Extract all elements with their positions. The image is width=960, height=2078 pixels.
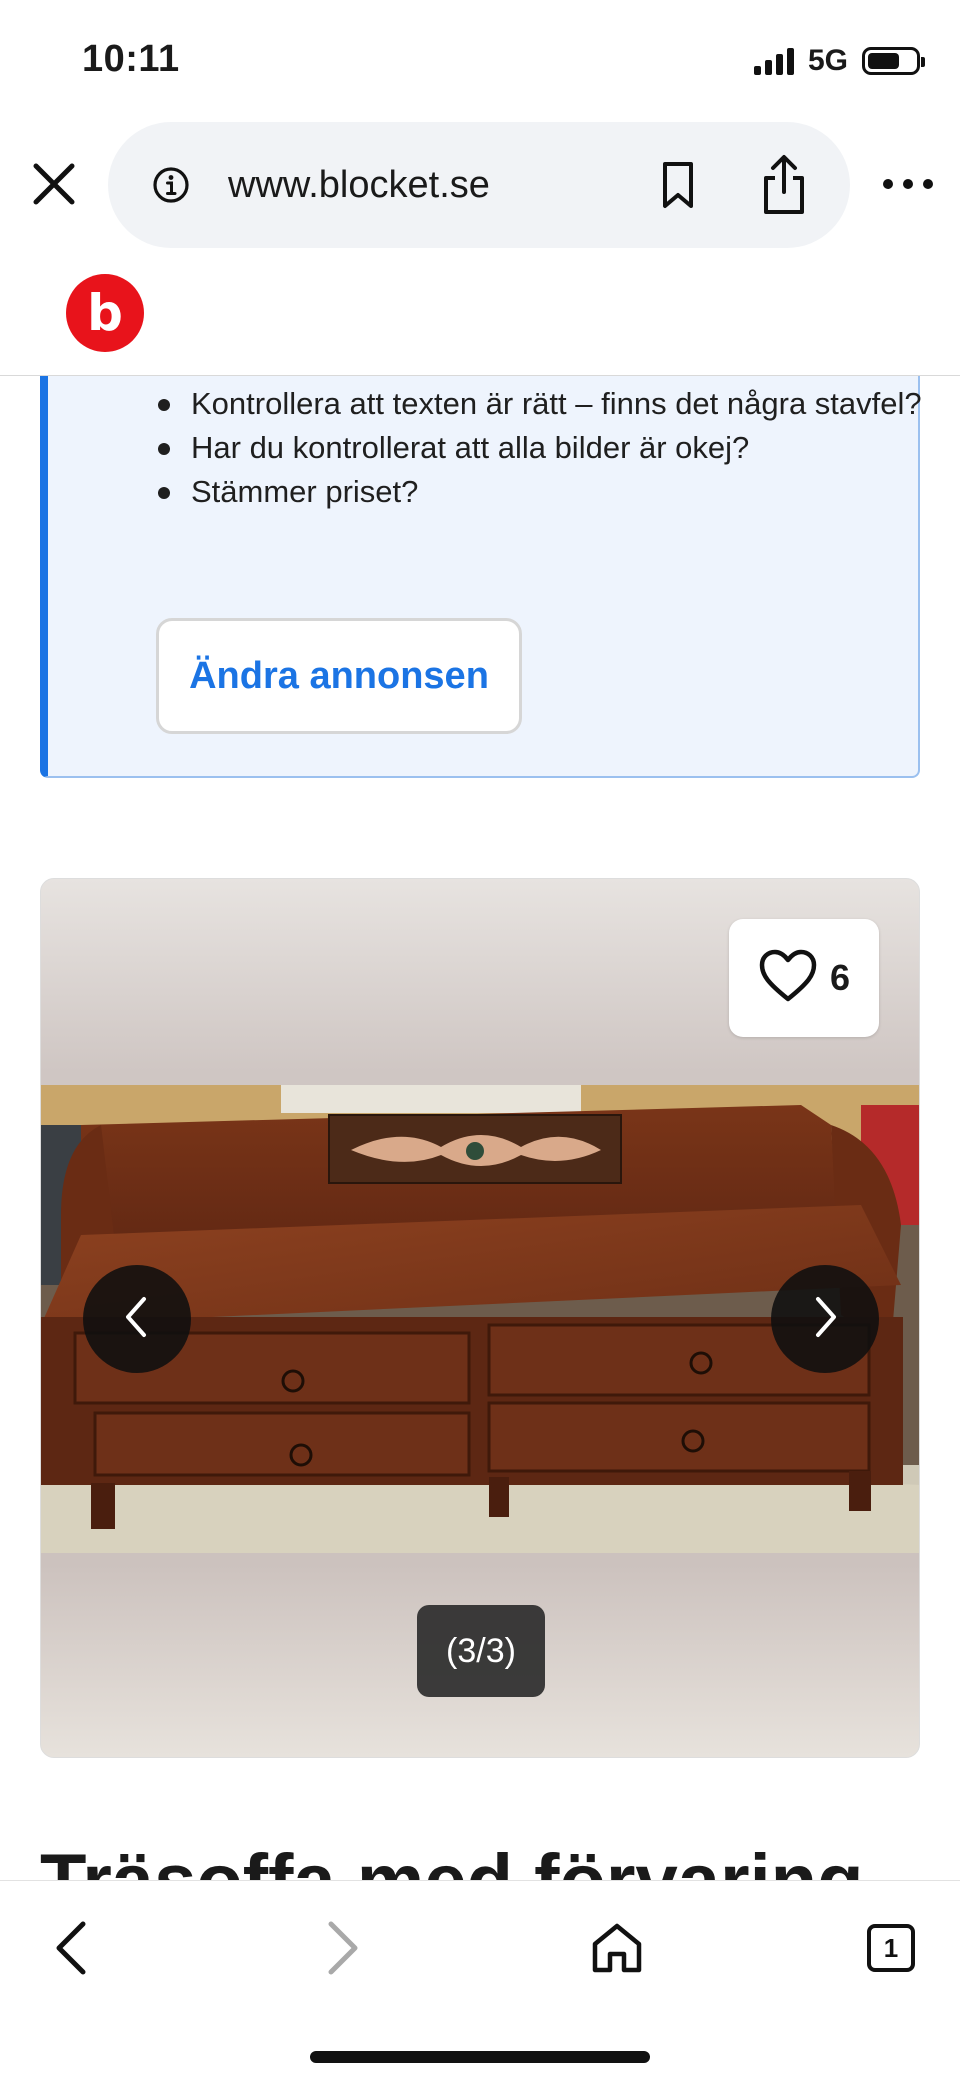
checklist-item: Kontrollera att texten är rätt – finns d… bbox=[156, 382, 926, 426]
checklist-box: Kontrollera att texten är rätt – finns d… bbox=[40, 376, 922, 778]
network-label: 5G bbox=[807, 44, 848, 77]
checklist: Kontrollera att texten är rätt – finns d… bbox=[156, 382, 926, 514]
status-indicators: 5G bbox=[753, 44, 925, 78]
checklist-item: Har du kontrollerat att alla bilder är o… bbox=[156, 426, 926, 470]
status-bar: 10:11 5G bbox=[0, 0, 960, 118]
heart-icon bbox=[758, 949, 818, 1008]
next-image-button[interactable] bbox=[771, 1265, 879, 1373]
battery-icon bbox=[862, 47, 925, 75]
browser-bar: www.blocket.se bbox=[0, 118, 960, 252]
address-bar[interactable]: www.blocket.se bbox=[108, 122, 850, 248]
tabs-icon[interactable]: 1 bbox=[858, 1915, 924, 1981]
blocket-logo[interactable]: b bbox=[66, 274, 144, 352]
favorite-count: 6 bbox=[829, 957, 851, 998]
back-icon[interactable] bbox=[38, 1915, 104, 1981]
edit-ad-button[interactable]: Ändra annonsen bbox=[156, 618, 522, 734]
home-indicator bbox=[310, 2051, 650, 2063]
status-time: 10:11 bbox=[82, 38, 180, 80]
site-header: b bbox=[0, 252, 960, 376]
info-icon[interactable] bbox=[152, 166, 190, 204]
image-counter: (3/3) bbox=[417, 1605, 545, 1697]
home-icon[interactable] bbox=[584, 1915, 650, 1981]
close-icon[interactable] bbox=[28, 158, 80, 210]
image-gallery[interactable]: 6 (3/3) bbox=[40, 878, 920, 1758]
browser-toolbar: 1 bbox=[0, 1880, 960, 2078]
share-icon[interactable] bbox=[758, 154, 810, 216]
favorite-button[interactable]: 6 bbox=[729, 919, 879, 1037]
tab-count: 1 bbox=[867, 1924, 915, 1972]
more-icon[interactable] bbox=[880, 172, 936, 196]
url-text[interactable]: www.blocket.se bbox=[228, 164, 490, 207]
forward-icon[interactable] bbox=[310, 1915, 376, 1981]
previous-image-button[interactable] bbox=[83, 1265, 191, 1373]
bookmark-icon[interactable] bbox=[656, 160, 700, 210]
signal-icon bbox=[753, 47, 794, 75]
chevron-left-icon bbox=[122, 1295, 152, 1344]
chevron-right-icon bbox=[810, 1295, 840, 1344]
checklist-item: Stämmer priset? bbox=[156, 470, 926, 514]
